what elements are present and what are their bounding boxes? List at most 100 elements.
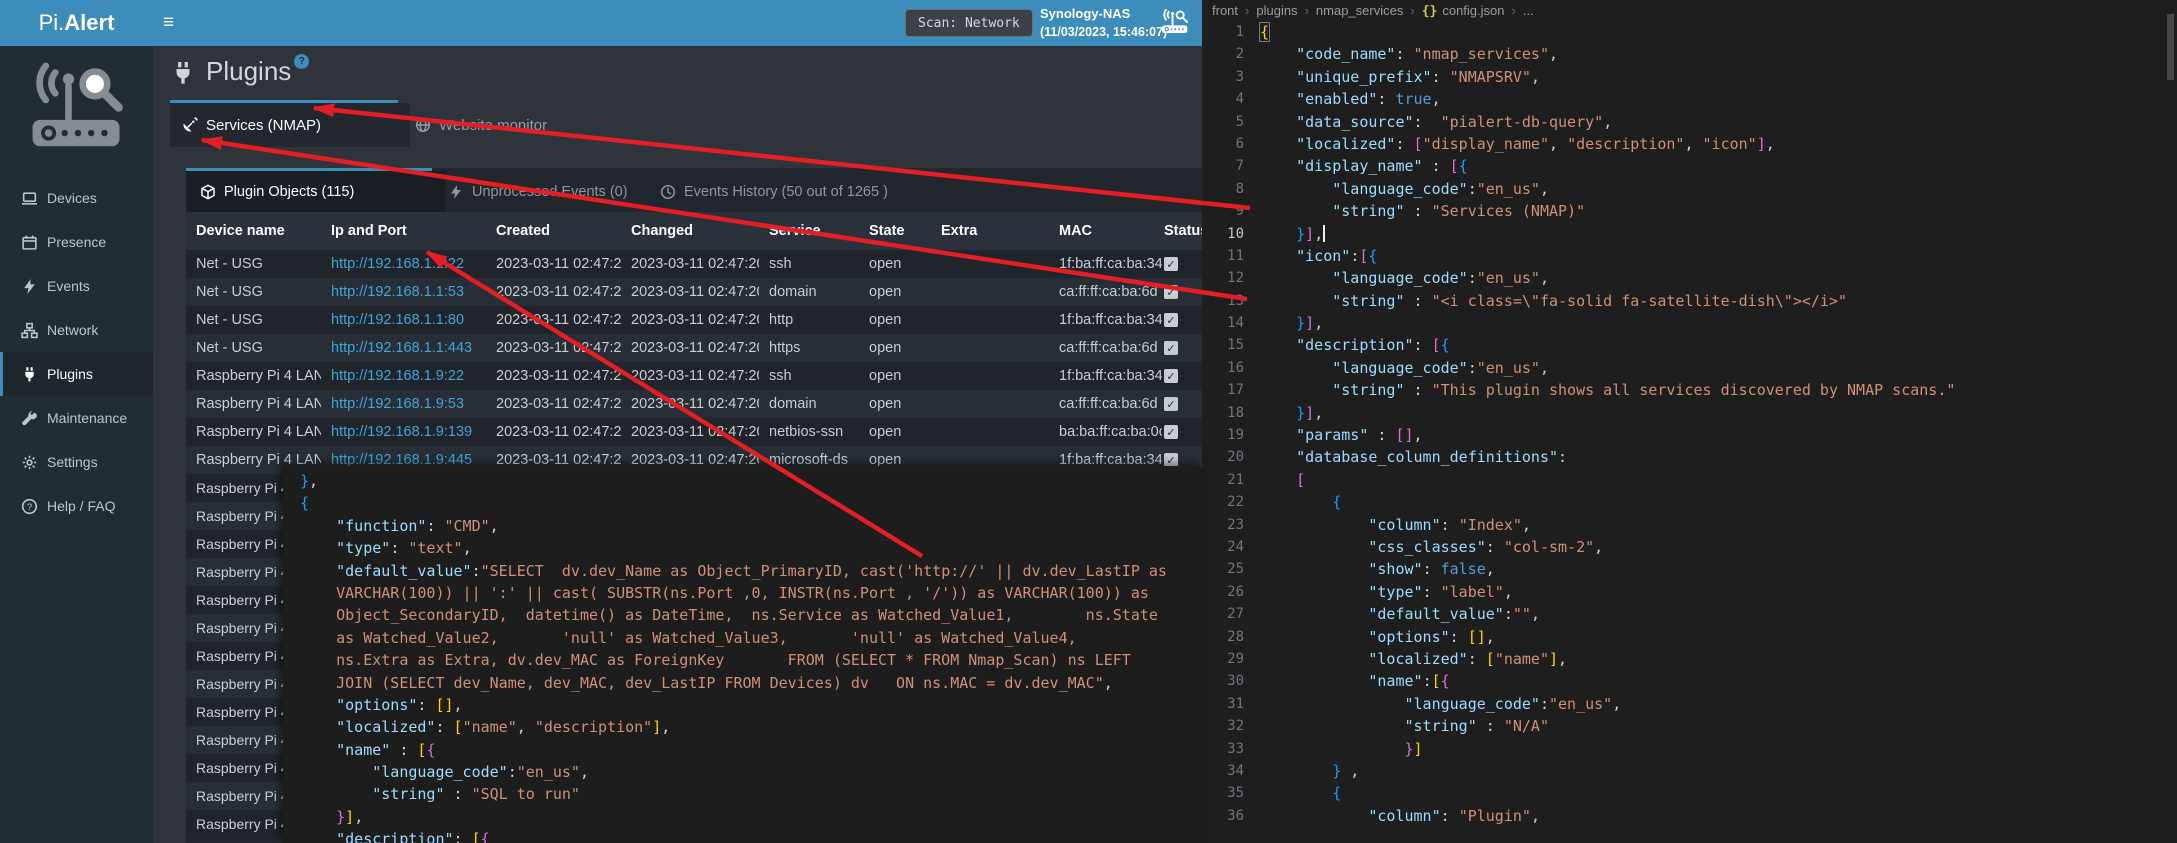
column-header-state[interactable]: State <box>859 223 931 239</box>
tab-website-monitor[interactable]: Website monitor <box>415 103 547 147</box>
sidebar-item-plugins[interactable]: Plugins <box>0 352 153 396</box>
line-number: 3 <box>1202 66 1260 88</box>
brand-alert: Alert <box>64 10 114 36</box>
subtab-plugin-objects[interactable]: Plugin Objects (115) <box>186 171 446 212</box>
ip-port-link[interactable]: http://192.168.1.9:53 <box>331 396 464 412</box>
cell-changed: 2023-03-11 02:47:20 <box>621 284 759 300</box>
breadcrumb-item[interactable]: {}config.json <box>1422 3 1505 19</box>
editor-line: 7 "display_name" : [{ <box>1202 155 2177 177</box>
cell-service: ssh <box>759 368 859 384</box>
line-number: 36 <box>1202 805 1260 827</box>
ip-port-link[interactable]: http://192.168.1.1:443 <box>331 340 472 356</box>
cell-changed: 2023-03-11 02:47:20 <box>621 256 759 272</box>
overlay-scrollbar-thumb[interactable] <box>2167 14 2174 80</box>
hamburger-menu-icon[interactable]: ≡ <box>163 0 174 46</box>
cell-mac: ca:ff:ff:ca:ba:6d <box>1049 284 1162 300</box>
status-checkbox[interactable]: ✓ <box>1164 313 1178 327</box>
column-header-mac[interactable]: MAC <box>1049 223 1162 239</box>
over-code-line: VARCHAR(100)) || ':' || cast( SUBSTR(ns.… <box>300 582 1202 604</box>
column-header-changed[interactable]: Changed <box>621 223 759 239</box>
breadcrumb-item[interactable]: ... <box>1523 3 1534 18</box>
editor-line: 10 }], <box>1202 223 2177 245</box>
page-title: Plugins ? <box>170 56 309 87</box>
scan-status-badge: Scan: Network <box>905 9 1033 37</box>
over-code-line: "options": [], <box>300 694 1202 716</box>
tab-services-nmap[interactable]: Services (NMAP) <box>170 103 410 147</box>
editor-line: 15 "description": [{ <box>1202 334 2177 356</box>
cell-state: open <box>859 396 931 412</box>
gear-icon <box>21 454 38 471</box>
table-overflow-rows: Raspberry Pi 4 LANRaspberry Pi 4 LANRasp… <box>186 474 283 838</box>
sidebar-item-settings[interactable]: Settings <box>0 440 153 484</box>
ip-port-cell: http://192.168.1.1:22 <box>321 256 486 272</box>
ip-port-link[interactable]: http://192.168.1.1:53 <box>331 284 464 300</box>
subtab-label: Unprocessed Events (0) <box>472 184 628 200</box>
ip-port-cell: http://192.168.1.1:53 <box>321 284 486 300</box>
ip-port-link[interactable]: http://192.168.1.9:139 <box>331 424 472 440</box>
line-number: 21 <box>1202 469 1260 491</box>
cell-service: domain <box>759 396 859 412</box>
sidebar-item-events[interactable]: Events <box>0 264 153 308</box>
host-timestamp: (11/03/2023, 15:46:07) <box>1040 23 1167 41</box>
over-code-line: "function": "CMD", <box>300 515 1202 537</box>
column-header-ip-and-port[interactable]: Ip and Port <box>321 223 486 239</box>
calendar-icon <box>21 234 38 251</box>
cell-mac: ca:ff:ff:ca:ba:6d <box>1049 396 1162 412</box>
editor-lines[interactable]: 1{2 "code_name": "nmap_services",3 "uniq… <box>1202 21 2177 827</box>
help-badge[interactable]: ? <box>294 54 309 69</box>
column-header-created[interactable]: Created <box>486 223 621 239</box>
breadcrumb-item[interactable]: front <box>1212 3 1238 18</box>
line-number: 8 <box>1202 178 1260 200</box>
app-logo[interactable]: Pi.Alert <box>0 0 153 46</box>
sidebar-item-devices[interactable]: Devices <box>0 176 153 220</box>
ip-port-link[interactable]: http://192.168.1.1:80 <box>331 312 464 328</box>
cell-changed: 2023-03-11 02:47:20 <box>621 312 759 328</box>
line-number: 12 <box>1202 267 1260 289</box>
ip-port-link[interactable]: http://192.168.1.9:22 <box>331 368 464 384</box>
ip-port-link[interactable]: http://192.168.1.1:22 <box>331 256 464 272</box>
table-row-partial: Raspberry Pi 4 LAN <box>186 474 283 502</box>
laptop-icon <box>21 190 38 207</box>
breadcrumb-item[interactable]: nmap_services <box>1316 3 1403 18</box>
editor-line: 26 "type": "label", <box>1202 581 2177 603</box>
status-checkbox[interactable]: ✓ <box>1164 453 1178 467</box>
cell-service: netbios-ssn <box>759 424 859 440</box>
cell-created: 2023-03-11 02:47:20 <box>486 424 621 440</box>
status-checkbox[interactable]: ✓ <box>1164 397 1178 411</box>
cell-device: Net - USG <box>186 340 321 356</box>
sidebar-item-label: Maintenance <box>47 410 127 426</box>
cell-mac: 1f:ba:ff:ca:ba:34 <box>1049 368 1162 384</box>
status-checkbox[interactable]: ✓ <box>1164 425 1178 439</box>
sidebar-item-presence[interactable]: Presence <box>0 220 153 264</box>
over-code-line: "type": "text", <box>300 537 1202 559</box>
breadcrumb-item[interactable]: plugins <box>1256 3 1297 18</box>
column-header-service[interactable]: Service <box>759 223 859 239</box>
table-body: Net - USG http://192.168.1.1:22 2023-03-11… <box>186 250 1202 474</box>
table-row-partial: Raspberry Pi 4 LAN <box>186 502 283 530</box>
cell-service: domain <box>759 284 859 300</box>
editor-line: 20 "database_column_definitions": <box>1202 446 2177 468</box>
cell-created: 2023-03-11 02:47:20 <box>486 312 621 328</box>
cell-state: open <box>859 368 931 384</box>
subtab-unprocessed-events[interactable]: Unprocessed Events (0) <box>448 171 628 212</box>
tab-label: Website monitor <box>439 117 547 134</box>
status-checkbox[interactable]: ✓ <box>1164 257 1178 271</box>
sidebar-item-network[interactable]: Network <box>0 308 153 352</box>
sidebar-item-maintenance[interactable]: Maintenance <box>0 396 153 440</box>
column-header-status[interactable]: Status <box>1162 223 1202 239</box>
status-checkbox[interactable]: ✓ <box>1164 341 1178 355</box>
status-checkbox[interactable]: ✓ <box>1164 285 1178 299</box>
subtab-events-history[interactable]: Events History (50 out of 1265 ) <box>660 171 888 212</box>
over-code-line: }, <box>300 470 1202 492</box>
editor-line: 17 "string" : "This plugin shows all ser… <box>1202 379 2177 401</box>
tab-label: Services (NMAP) <box>206 117 321 134</box>
sidebar-menu: DevicesPresenceEventsNetworkPlugins Maint… <box>0 176 153 528</box>
table-row-partial: Raspberry Pi 4 LAN <box>186 698 283 726</box>
column-header-extra[interactable]: Extra <box>931 223 1049 239</box>
line-number: 30 <box>1202 670 1260 692</box>
sidebar-item-help[interactable]: Help / FAQ <box>0 484 153 528</box>
editor-line: 36 "column": "Plugin", <box>1202 805 2177 827</box>
column-header-device-name[interactable]: Device name <box>186 223 321 239</box>
line-number: 18 <box>1202 402 1260 424</box>
status-checkbox[interactable]: ✓ <box>1164 369 1178 383</box>
